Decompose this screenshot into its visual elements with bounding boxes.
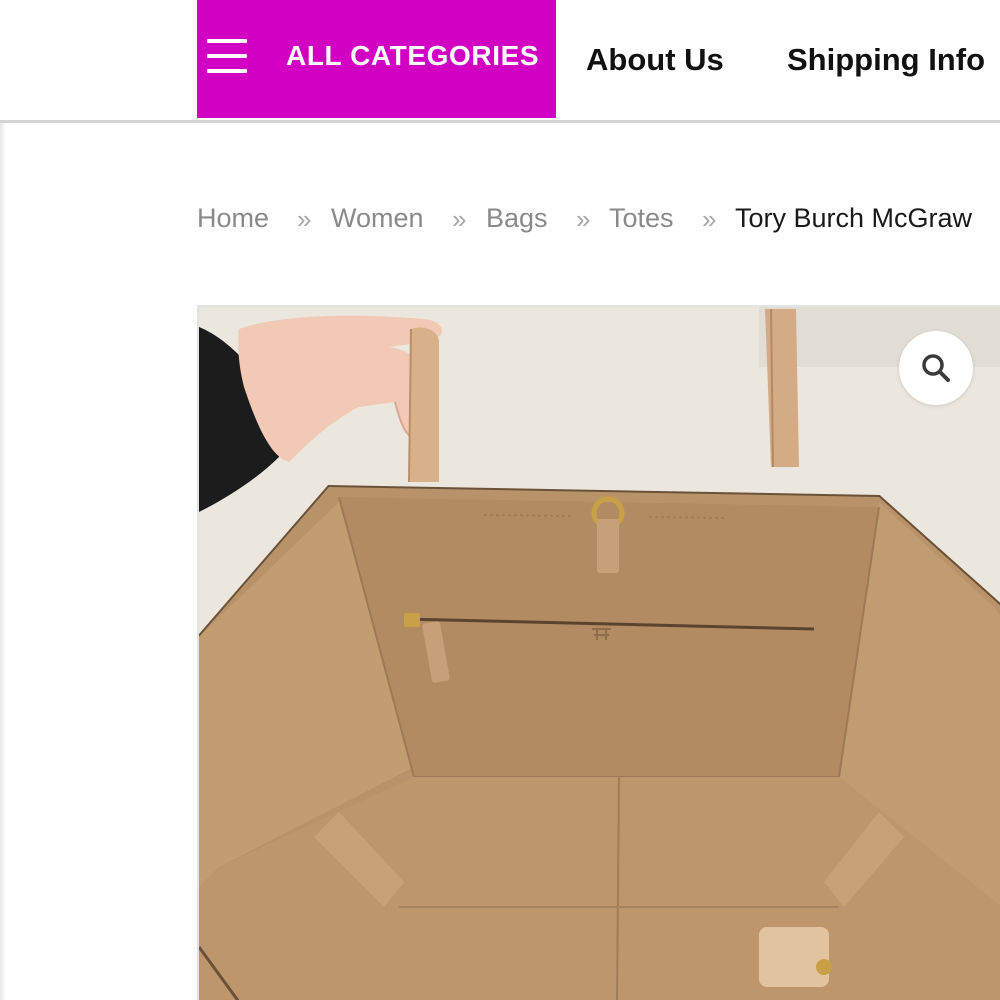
- hamburger-menu-icon: [207, 39, 247, 73]
- zoom-button[interactable]: [899, 331, 973, 405]
- search-icon: [922, 354, 950, 382]
- breadcrumb: Home » Women » Bags » Totes » Tory Burch…: [197, 200, 1000, 240]
- breadcrumb-separator: »: [452, 204, 467, 234]
- top-navigation: ALL CATEGORIES About Us Shipping Info: [0, 0, 1000, 123]
- nav-link-about-us[interactable]: About Us: [586, 42, 724, 78]
- tote-bag-illustration: [199, 307, 1000, 1000]
- page-edge-shadow: [0, 0, 6, 1000]
- page: ALL CATEGORIES About Us Shipping Info Ho…: [0, 0, 1000, 1000]
- all-categories-button[interactable]: ALL CATEGORIES: [197, 0, 556, 118]
- breadcrumb-separator: »: [702, 204, 717, 234]
- breadcrumb-separator: »: [576, 204, 591, 234]
- all-categories-label: ALL CATEGORIES: [286, 40, 540, 71]
- breadcrumb-bags[interactable]: Bags: [486, 203, 548, 234]
- product-image[interactable]: [197, 305, 1000, 1000]
- breadcrumb-home[interactable]: Home: [197, 203, 269, 234]
- breadcrumb-women[interactable]: Women: [331, 203, 424, 234]
- breadcrumb-current: Tory Burch McGraw: [735, 203, 973, 233]
- breadcrumb-totes[interactable]: Totes: [609, 203, 674, 234]
- breadcrumb-separator: »: [297, 204, 312, 234]
- nav-link-shipping-info[interactable]: Shipping Info: [787, 42, 985, 78]
